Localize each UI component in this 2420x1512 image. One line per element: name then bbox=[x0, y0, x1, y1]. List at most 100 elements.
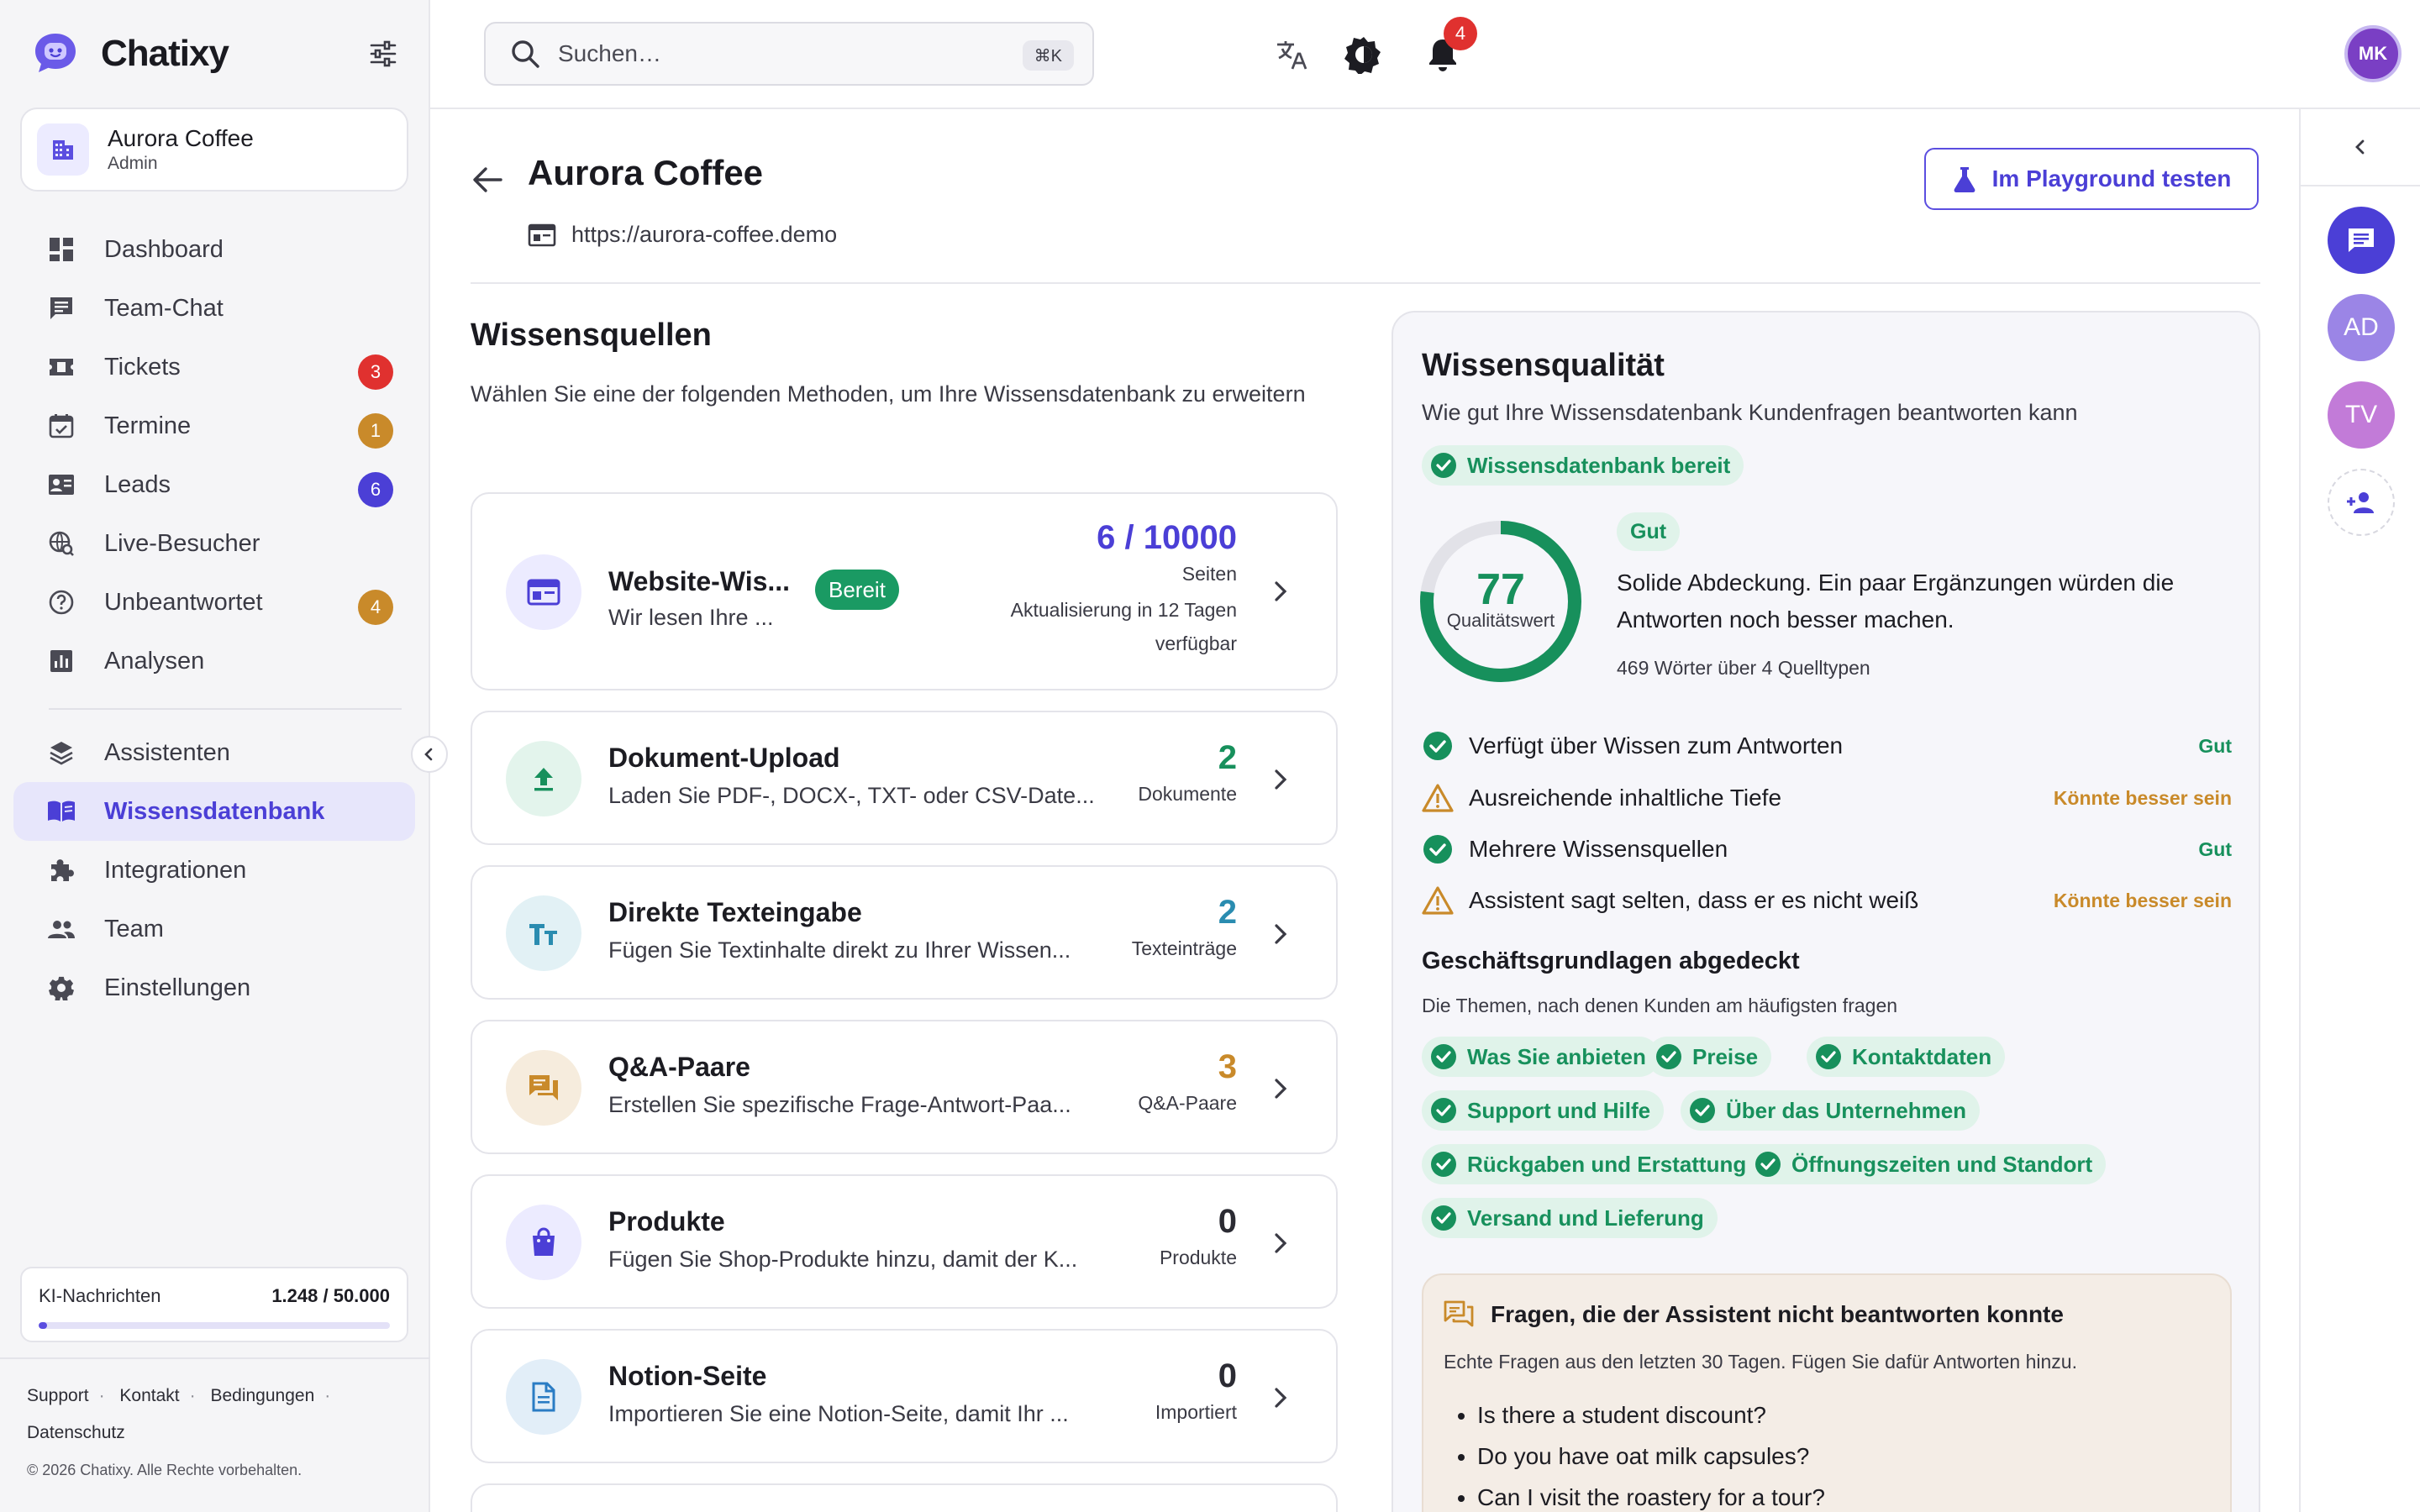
search-shortcut: ⌘K bbox=[1022, 40, 1074, 71]
usage-label: KI-Nachrichten bbox=[39, 1285, 161, 1306]
card-title: Website-Wis... bbox=[608, 566, 791, 596]
topic-label: Support und Hilfe bbox=[1467, 1097, 1651, 1123]
card-description: Importieren Sie eine Notion-Seite, damit… bbox=[608, 1401, 1069, 1426]
url-text: https://aurora-coffee.demo bbox=[571, 222, 838, 247]
source-card-website[interactable]: Website-Wis... Wir lesen Ihre ... Bereit… bbox=[471, 492, 1338, 690]
knowledge-quality-panel: Wissensqualität Wie gut Ihre Wissensdate… bbox=[1392, 311, 2260, 1512]
sidebar-collapse-button[interactable] bbox=[411, 736, 448, 773]
basics-title: Geschäftsgrundlagen abgedeckt bbox=[1422, 948, 1800, 974]
card-title: Produkte bbox=[608, 1206, 725, 1236]
unanswered-title: Fragen, die der Assistent nicht beantwor… bbox=[1444, 1300, 2064, 1329]
source-card-more[interactable] bbox=[471, 1483, 1338, 1512]
browser-window-icon bbox=[528, 223, 556, 246]
shopping-bag-icon bbox=[506, 1205, 581, 1280]
footer-divider bbox=[0, 1357, 430, 1359]
usage-progress-fill bbox=[39, 1322, 48, 1329]
source-card-direct-text[interactable]: Direkte Texteingabe Fügen Sie Textinhalt… bbox=[471, 865, 1338, 1000]
rail-avatar-ad[interactable]: AD bbox=[2328, 294, 2395, 361]
nav-item-team[interactable]: Team bbox=[13, 900, 415, 958]
layers-icon bbox=[45, 737, 77, 769]
notification-count-badge: 4 bbox=[1444, 17, 1477, 50]
nav-label: Wissensdatenbank bbox=[104, 797, 325, 825]
nav-item-leads[interactable]: Leads 6 bbox=[13, 455, 415, 514]
card-title: Dokument-Upload bbox=[608, 743, 840, 773]
playground-test-button[interactable]: Im Playground testen bbox=[1924, 148, 2259, 210]
check-circle-icon bbox=[1431, 1044, 1456, 1069]
chatixy-logo-icon bbox=[35, 34, 76, 72]
support-link[interactable]: Support bbox=[27, 1386, 89, 1405]
topic-badge: Support und Hilfe bbox=[1422, 1090, 1665, 1131]
rail-chat-button[interactable] bbox=[2328, 207, 2395, 274]
building-icon bbox=[37, 123, 89, 176]
source-card-document-upload[interactable]: Dokument-Upload Laden Sie PDF-, DOCX-, T… bbox=[471, 711, 1338, 845]
criterion-label: Verfügt über Wissen zum Antworten bbox=[1469, 732, 1844, 759]
source-card-products[interactable]: Produkte Fügen Sie Shop-Produkte hinzu, … bbox=[471, 1174, 1338, 1309]
source-card-qa-pairs[interactable]: Q&A-Paare Erstellen Sie spezifische Frag… bbox=[471, 1020, 1338, 1154]
sources-title: Wissensquellen bbox=[471, 318, 712, 353]
card-unit: Texteinträge bbox=[1131, 937, 1237, 959]
tickets-count-badge: 3 bbox=[358, 354, 393, 390]
card-count: 0 bbox=[1218, 1357, 1237, 1394]
card-description: Wir lesen Ihre ... bbox=[608, 605, 774, 630]
criterion-status: Könnte besser sein bbox=[2053, 889, 2232, 911]
sidebar-settings-icon[interactable] bbox=[366, 37, 400, 71]
org-role: Admin bbox=[108, 154, 158, 173]
add-user-button[interactable] bbox=[2328, 469, 2395, 536]
criterion-status: Könnte besser sein bbox=[2053, 786, 2232, 809]
chevron-right-icon bbox=[1275, 1233, 1287, 1253]
back-arrow-icon[interactable] bbox=[467, 160, 508, 200]
main-content: Aurora Coffee https://aurora-coffee.demo… bbox=[430, 109, 2299, 1512]
topic-label: Rückgaben und Erstattungen bbox=[1467, 1151, 1772, 1177]
nav-item-assistenten[interactable]: Assistenten bbox=[13, 723, 415, 782]
nav-label: Team-Chat bbox=[104, 294, 224, 322]
nav-item-unbeantwortet[interactable]: Unbeantwortet 4 bbox=[13, 573, 415, 632]
nav-item-tickets[interactable]: Tickets 3 bbox=[13, 338, 415, 396]
leads-count-badge: 6 bbox=[358, 472, 393, 507]
search-input[interactable]: Suchen… ⌘K bbox=[484, 22, 1094, 86]
user-avatar[interactable]: MK bbox=[2344, 25, 2402, 82]
nav-item-integrationen[interactable]: Integrationen bbox=[13, 841, 415, 900]
card-title: Direkte Texteingabe bbox=[608, 897, 862, 927]
nav-item-team-chat[interactable]: Team-Chat bbox=[13, 279, 415, 338]
card-title: Notion-Seite bbox=[608, 1361, 767, 1391]
warning-icon bbox=[1422, 784, 1454, 812]
card-count: 6 / 10000 bbox=[1097, 519, 1237, 556]
sidebar: Chatixy Aurora Coffee Admin Dashboard Te… bbox=[0, 0, 430, 1512]
org-switcher[interactable]: Aurora Coffee Admin bbox=[20, 108, 408, 192]
card-description: Laden Sie PDF-, DOCX-, TXT- oder CSV-Dat… bbox=[608, 783, 1095, 808]
playground-label: Im Playground testen bbox=[1991, 165, 2232, 192]
nav-item-analysen[interactable]: Analysen bbox=[13, 632, 415, 690]
rail-collapse-button[interactable] bbox=[2301, 109, 2420, 186]
update-note: Aktualisierung in 12 Tagen verfügbar bbox=[1010, 599, 1237, 654]
source-card-notion[interactable]: Notion-Seite Importieren Sie eine Notion… bbox=[471, 1329, 1338, 1463]
check-circle-icon bbox=[1690, 1098, 1715, 1123]
chevron-right-icon bbox=[1275, 769, 1287, 790]
contact-link[interactable]: Kontakt bbox=[119, 1386, 179, 1405]
quality-subtitle: Wie gut Ihre Wissensdatenbank Kundenfrag… bbox=[1422, 400, 2078, 425]
unanswered-list: Is there a student discount? Do you have… bbox=[1477, 1394, 1825, 1512]
secondary-nav: Assistenten Wissensdatenbank Integration… bbox=[13, 723, 415, 1017]
unanswered-subtitle: Echte Fragen aus den letzten 30 Tagen. F… bbox=[1444, 1351, 2077, 1373]
card-unit: Produkte bbox=[1159, 1247, 1237, 1268]
topic-label: Über das Unternehmen bbox=[1726, 1097, 1967, 1123]
nav-item-wissensdatenbank[interactable]: Wissensdatenbank bbox=[13, 782, 415, 841]
nav-item-termine[interactable]: Termine 1 bbox=[13, 396, 415, 455]
footer-links: Support · Kontakt · Bedingungen · Datenschu… bbox=[27, 1386, 331, 1442]
nav-item-einstellungen[interactable]: Einstellungen bbox=[13, 958, 415, 1017]
unanswered-questions-box: Fragen, die der Assistent nicht beantwor… bbox=[1422, 1273, 2232, 1512]
nav-item-dashboard[interactable]: Dashboard bbox=[13, 220, 415, 279]
card-unit: Importiert bbox=[1155, 1401, 1237, 1423]
list-item: Do you have oat milk capsules? bbox=[1477, 1436, 1825, 1477]
terms-link[interactable]: Bedingungen bbox=[210, 1386, 314, 1405]
page-title: Aurora Coffee bbox=[528, 153, 764, 192]
nav-label: Leads bbox=[104, 470, 171, 498]
rail-avatar-tv[interactable]: TV bbox=[2328, 381, 2395, 449]
privacy-link[interactable]: Datenschutz bbox=[27, 1423, 125, 1442]
nav-item-live-besucher[interactable]: Live-Besucher bbox=[13, 514, 415, 573]
translate-icon[interactable] bbox=[1270, 34, 1313, 76]
document-icon bbox=[506, 1359, 581, 1435]
theme-icon[interactable] bbox=[1343, 34, 1385, 76]
check-circle-icon bbox=[1816, 1044, 1841, 1069]
qa-icon bbox=[506, 1050, 581, 1126]
topic-badge: Öffnungszeiten und Standort bbox=[1746, 1144, 2107, 1184]
